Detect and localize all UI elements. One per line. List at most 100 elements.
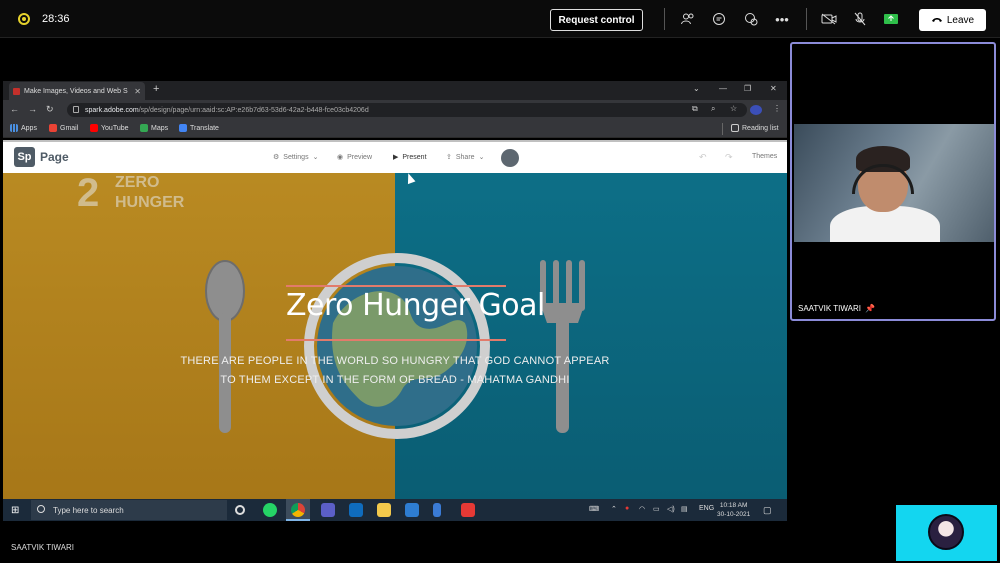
youtube-icon [90,124,98,132]
preview-label: Preview [347,153,373,161]
mail-icon[interactable] [349,503,363,517]
participant-name-tag: SAATVIK TIWARI 📌 [798,304,875,313]
system-clock[interactable]: 10:18 AM 30-10-2021 [717,501,750,519]
reload-icon[interactable]: ↻ [46,104,54,115]
settings-label: Settings [283,153,309,161]
chevron-down-icon: ⌄ [312,154,319,161]
chrome-icon[interactable] [291,503,305,517]
bookmark-translate[interactable]: Translate [179,124,219,132]
keyboard-icon[interactable]: ⌨ [589,505,599,513]
new-tab-icon[interactable]: + [153,83,159,95]
bookmark-apps[interactable]: Apps [10,124,37,132]
share-icon: ⇪ [446,154,452,161]
self-view-tile[interactable] [896,505,997,561]
bookmark-gmail[interactable]: Gmail [49,124,78,132]
close-window-icon[interactable]: ✕ [770,84,777,93]
notifications-icon[interactable]: ▢ [763,505,772,516]
bookmark-star-icon[interactable]: ☆ [730,104,737,113]
bookmark-label: Maps [151,124,169,132]
title-rule-bottom [286,339,506,341]
windows-taskbar: ⊞ Type here to search ⌨ ⌃ ● ◠ ▭ ◁) ▤ ENG… [3,499,787,521]
mic-off-icon[interactable] [851,10,869,28]
user-avatar[interactable] [501,149,519,167]
network-icon[interactable]: ▤ [681,505,688,513]
windows-start-icon[interactable]: ⊞ [11,505,19,516]
camera-off-icon[interactable] [820,10,838,28]
slide-quote: THERE ARE PEOPLE IN THE WORLD SO HUNGRY … [163,352,627,390]
teams-icon[interactable] [321,503,335,517]
chat-icon[interactable] [710,10,728,28]
pin-icon: 📌 [864,304,875,313]
battery-icon[interactable]: ▭ [653,505,660,513]
browser-address-bar: ← → ↻ spark.adobe.com/sp/design/page/urn… [3,100,787,120]
taskbar-search[interactable]: Type here to search [31,500,227,520]
bookmark-divider [722,123,723,135]
spark-app-name: Page [40,150,69,164]
tab-close-icon[interactable]: ✕ [134,87,141,96]
share-button[interactable]: ⇪ Share ⌄ [446,153,484,162]
back-icon[interactable]: ← [10,104,19,114]
search-icon [37,505,45,513]
eye-icon: ◉ [337,154,344,161]
tray-overflow-icon[interactable]: ⌃ [611,505,617,513]
install-app-icon[interactable]: ⧉ [692,104,698,114]
leave-button[interactable]: Leave [919,9,986,31]
cortana-icon[interactable] [235,505,245,515]
recording-indicator-icon [18,13,30,25]
fork-tines-icon [540,260,585,311]
bookmark-label: YouTube [101,124,129,132]
participant-webcam-feed [794,124,994,242]
forward-icon[interactable]: → [28,104,37,114]
reading-list[interactable]: Reading list [731,124,779,132]
bookmark-youtube[interactable]: YouTube [90,124,129,132]
bookmark-maps[interactable]: Maps [140,124,168,132]
phone-link-icon[interactable] [433,503,441,517]
zoom-icon[interactable]: ⌕ [711,104,715,114]
presentation-slide[interactable]: 2 ZERO HUNGER Zero Hunger Goal THERE ARE … [3,173,787,499]
more-options-icon[interactable]: ••• [773,10,791,28]
undo-icon[interactable]: ↶ [699,152,707,163]
plate-and-cutlery-illustration [205,253,585,439]
toolbar-divider [664,8,665,30]
quote-line: TO THEM EXCEPT IN THE FORM OF BREAD - MA… [220,374,570,386]
preview-button[interactable]: ◉ Preview [337,153,373,162]
apps-grid-icon [10,124,18,132]
photos-icon[interactable] [405,503,419,517]
request-control-button[interactable]: Request control [550,9,643,31]
bookmark-label: Gmail [60,124,79,132]
spark-logo[interactable]: Sp [14,147,35,167]
tab-search-icon[interactable]: ⌄ [693,84,700,93]
antivirus-icon[interactable]: ● [625,505,629,512]
present-button[interactable]: ▶ Present [393,153,427,162]
share-label: Share [455,153,475,161]
extension-icon[interactable] [750,105,762,115]
url-path: /sp/design/page/urn:aaid:sc:AP:e26b7d63-… [138,106,369,114]
self-avatar [928,514,964,550]
minimize-icon[interactable]: — [719,84,727,93]
translate-icon [179,124,187,132]
redo-icon[interactable]: ↷ [725,152,733,163]
title-rule-top [286,285,506,287]
language-indicator[interactable]: ENG [699,505,714,512]
acrobat-icon[interactable] [461,503,475,517]
participants-icon[interactable] [679,10,697,28]
participant-name: SAATVIK TIWARI [798,304,861,313]
browser-menu-icon[interactable]: ⋮ [773,104,781,113]
restore-icon[interactable]: ❐ [744,84,751,93]
wifi-icon[interactable]: ◠ [639,505,645,513]
url-field[interactable]: spark.adobe.com/sp/design/page/urn:aaid:… [67,103,747,117]
maps-icon [140,124,148,132]
participant-video-tile[interactable]: SAATVIK TIWARI 📌 [790,42,996,321]
themes-button[interactable]: Themes [752,153,777,160]
leave-label: Leave [946,14,975,26]
reactions-icon[interactable] [742,10,760,28]
whatsapp-icon[interactable] [263,503,277,517]
browser-tab[interactable]: Make Images, Videos and Web S ✕ [9,82,145,100]
tab-title: Make Images, Videos and Web S [24,87,128,95]
share-screen-icon[interactable] [882,10,900,28]
settings-button[interactable]: ⚙ Settings ⌄ [273,153,319,162]
themes-label: Themes [752,153,778,160]
file-explorer-icon[interactable] [377,503,391,517]
volume-icon[interactable]: ◁) [667,505,675,513]
clock-time: 10:18 AM [719,502,748,509]
